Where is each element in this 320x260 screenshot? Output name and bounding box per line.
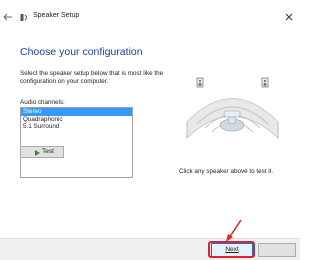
page-title: Choose your configuration	[20, 46, 143, 58]
test-hint: Click any speaker above to test it.	[179, 168, 274, 175]
test-button-label: Test	[42, 148, 54, 155]
play-icon	[35, 150, 40, 156]
list-item-quadraphonic[interactable]: Quadraphonic	[21, 116, 132, 124]
page-description: Select the speaker setup below that is m…	[20, 70, 164, 85]
next-button-highlight	[208, 241, 255, 258]
test-button[interactable]: Test	[20, 146, 64, 158]
speaker-setup-window: Speaker Setup Choose your configuration …	[0, 0, 300, 260]
close-icon[interactable]	[283, 11, 295, 23]
list-item-5-1-surround[interactable]: 5.1 Surround	[21, 123, 132, 131]
cancel-button[interactable]	[258, 243, 296, 257]
back-arrow-icon[interactable]	[2, 11, 14, 23]
speaker-icon	[20, 14, 27, 21]
speaker-diagram[interactable]	[185, 70, 280, 170]
list-item-stereo[interactable]: Stereo	[21, 108, 132, 116]
audio-channels-label: Audio channels:	[20, 99, 65, 106]
speaker-left[interactable]	[196, 77, 204, 88]
window-title: Speaker Setup	[33, 12, 80, 19]
audio-channels-list[interactable]: Stereo Quadraphonic 5.1 Surround	[20, 107, 133, 178]
speaker-right[interactable]	[261, 77, 269, 88]
title-bar: Speaker Setup	[0, 0, 300, 34]
pointer-arrow-icon	[226, 219, 242, 242]
footer-bar	[0, 238, 300, 260]
